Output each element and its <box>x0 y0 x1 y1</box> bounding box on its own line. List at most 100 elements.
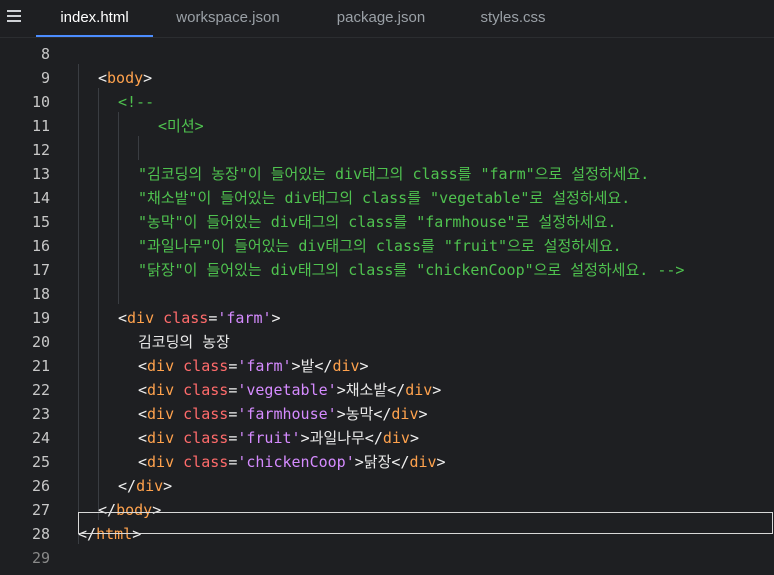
code-text: 김코딩의 농장 <box>138 330 230 354</box>
code-line[interactable]: 18 <box>0 282 774 306</box>
code-token: div <box>127 309 155 327</box>
code-editor[interactable]: 8 9 <body> 10 <!-- 11 <미션> 12 13 "김코딩의 농장"이 들어있는 … <box>0 38 774 575</box>
code-token: < <box>138 405 148 423</box>
code-line[interactable]: 21 <div class='farm'>밭</div> <box>0 354 774 378</box>
line-number: 18 <box>31 285 50 303</box>
code-token: > <box>271 309 281 327</box>
code-line[interactable]: 25 <div class='chickenCoop'>닭장</div> <box>0 450 774 474</box>
code-token: 닭장 <box>363 453 392 471</box>
code-token: "농막"이 들어있는 div태그의 class를 "farmhouse"로 설정… <box>138 213 617 231</box>
code-text: <div class='farm'>밭</div> <box>138 354 369 378</box>
code-token: 'fruit' <box>237 429 301 447</box>
line-number: 16 <box>31 237 50 255</box>
line-number: 11 <box>31 117 50 135</box>
code-line[interactable]: 26 </div> <box>0 474 774 498</box>
code-line[interactable]: 22 <div class='vegetable'>채소밭</div> <box>0 378 774 402</box>
code-token: = <box>228 405 238 423</box>
code-token: class <box>183 405 229 423</box>
code-text: "농막"이 들어있는 div태그의 class를 "farmhouse"로 설정… <box>138 210 616 234</box>
code-token: > <box>163 477 173 495</box>
code-token: div <box>147 381 175 399</box>
line-number: 27 <box>31 501 50 519</box>
code-token: = <box>228 357 238 375</box>
code-token: div <box>147 453 175 471</box>
code-token: class <box>183 381 229 399</box>
code-token: </ <box>391 453 410 471</box>
code-token: 김코딩의 농장 <box>138 333 230 351</box>
code-token: < <box>138 357 148 375</box>
code-line[interactable]: 20 김코딩의 농장 <box>0 330 774 354</box>
menu-icon[interactable] <box>7 10 21 22</box>
code-token: <!-- <box>118 93 155 111</box>
code-token: </ <box>314 357 333 375</box>
code-token: < <box>138 429 148 447</box>
tab-workspace-json[interactable]: workspace.json <box>160 0 296 37</box>
tab-styles-css[interactable]: styles.css <box>466 0 560 37</box>
code-token: "김코딩의 농장"이 들어있는 div태그의 class를 "farm"으로 설… <box>138 165 650 183</box>
code-line[interactable]: 8 <box>0 42 774 66</box>
code-token: div <box>147 405 175 423</box>
code-token: "닭장"이 들어있는 div태그의 class를 "chickenCoop"으로… <box>138 261 685 279</box>
code-token: "채소밭"이 들어있는 div태그의 class를 "vegetable"로 설… <box>138 189 631 207</box>
code-text: <div class='farmhouse'>농막</div> <box>138 402 428 426</box>
code-token: 'chickenCoop' <box>237 453 355 471</box>
code-line[interactable]: 16 "과일나무"이 들어있는 div태그의 class를 "fruit"으로 설… <box>0 234 774 258</box>
code-line[interactable]: 11 <미션> <box>0 114 774 138</box>
code-line[interactable]: 17 "닭장"이 들어있는 div태그의 class를 "chickenCoop"… <box>0 258 774 282</box>
code-token: class <box>183 357 229 375</box>
code-token: </ <box>118 477 137 495</box>
line-number: 29 <box>31 549 50 567</box>
line-number: 21 <box>31 357 50 375</box>
tab-bar: index.html workspace.json package.json s… <box>0 0 774 38</box>
code-token: = <box>228 429 238 447</box>
code-line[interactable]: 14 "채소밭"이 들어있는 div태그의 class를 "vegetable"로… <box>0 186 774 210</box>
code-token: class <box>183 453 229 471</box>
code-line[interactable]: 23 <div class='farmhouse'>농막</div> <box>0 402 774 426</box>
code-line[interactable]: 24 <div class='fruit'>과일나무</div> <box>0 426 774 450</box>
code-text: <body> <box>98 66 152 90</box>
code-token: div <box>136 477 164 495</box>
code-token: > <box>418 405 428 423</box>
code-line[interactable]: 15 "농막"이 들어있는 div태그의 class를 "farmhouse"로 … <box>0 210 774 234</box>
code-token: = <box>228 381 238 399</box>
line-number: 9 <box>40 69 50 87</box>
code-text: <div class='farm'> <box>118 306 281 330</box>
code-token: class <box>163 309 209 327</box>
code-token: > <box>336 405 346 423</box>
code-token: "과일나무"이 들어있는 div태그의 class를 "fruit"으로 설정하… <box>138 237 622 255</box>
code-token: = <box>208 309 218 327</box>
code-line[interactable]: 13 "김코딩의 농장"이 들어있는 div태그의 class를 "farm"으로… <box>0 162 774 186</box>
code-line[interactable]: 9 <body> <box>0 66 774 90</box>
code-token: div <box>405 381 433 399</box>
code-text: <div class='fruit'>과일나무</div> <box>138 426 419 450</box>
code-token: = <box>228 453 238 471</box>
line-number: 26 <box>31 477 50 495</box>
code-token: 'farm' <box>237 357 292 375</box>
code-line[interactable]: 29 <box>0 546 774 570</box>
line-number: 13 <box>31 165 50 183</box>
line-number: 10 <box>31 93 50 111</box>
code-token: 과일나무 <box>309 429 365 447</box>
code-token: > <box>409 429 419 447</box>
code-token: 채소밭 <box>345 381 388 399</box>
line-number: 17 <box>31 261 50 279</box>
tab-index-html[interactable]: index.html <box>36 0 153 37</box>
code-token: > <box>300 429 310 447</box>
code-token: 'farm' <box>217 309 272 327</box>
tab-package-json[interactable]: package.json <box>320 0 442 37</box>
code-text: <div class='vegetable'>채소밭</div> <box>138 378 441 402</box>
current-line-highlight <box>78 512 773 534</box>
code-token: div <box>147 429 175 447</box>
line-number: 15 <box>31 213 50 231</box>
code-token: div <box>382 429 410 447</box>
code-line[interactable]: 10 <!-- <box>0 90 774 114</box>
code-text: <div class='chickenCoop'>닭장</div> <box>138 450 446 474</box>
code-token: <미션> <box>158 117 204 135</box>
code-line[interactable]: 12 <box>0 138 774 162</box>
code-token: </ <box>364 429 383 447</box>
code-line[interactable]: 19 <div class='farm'> <box>0 306 774 330</box>
